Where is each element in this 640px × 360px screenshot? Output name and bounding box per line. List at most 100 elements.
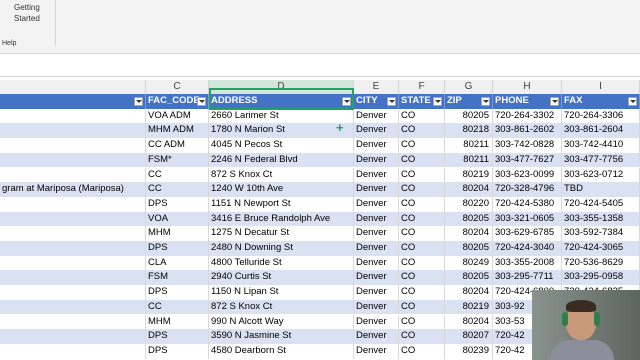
table-cell[interactable]: DPS — [146, 343, 209, 359]
filter-dropdown-icon[interactable] — [628, 97, 637, 106]
table-cell[interactable]: 720-264-3306 — [562, 108, 640, 124]
table-cell[interactable]: CC — [146, 182, 209, 197]
table-cell[interactable]: 4580 Dearborn St — [209, 343, 354, 359]
table-cell[interactable]: 80205 — [445, 108, 493, 124]
filter-dropdown-icon[interactable] — [197, 97, 206, 106]
table-cell[interactable]: CLA — [146, 255, 209, 271]
table-cell[interactable]: Denver — [354, 343, 399, 359]
table-cell[interactable] — [0, 270, 146, 286]
table-cell[interactable]: 3590 N Jasmine St — [209, 329, 354, 344]
table-cell[interactable]: Denver — [354, 329, 399, 344]
table-cell[interactable]: 1240 W 10th Ave — [209, 182, 354, 197]
table-cell[interactable]: 720-536-8629 — [562, 255, 640, 271]
table-cell[interactable]: 303-592-7384 — [562, 226, 640, 241]
table-cell[interactable]: VOA ADM — [146, 108, 209, 124]
table-cell[interactable]: 80205 — [445, 211, 493, 227]
header-cell-fac-code[interactable]: FAC_CODE — [146, 94, 209, 109]
table-cell[interactable]: CO — [399, 138, 445, 153]
table-cell[interactable]: 80205 — [445, 241, 493, 256]
filter-dropdown-icon[interactable] — [481, 97, 490, 106]
table-cell[interactable]: 303-623-0099 — [493, 167, 562, 183]
table-cell[interactable]: 303-355-1358 — [562, 211, 640, 227]
table-cell[interactable]: 1275 N Decatur St — [209, 226, 354, 241]
table-cell[interactable]: DPS — [146, 196, 209, 212]
table-cell[interactable]: CC — [146, 299, 209, 315]
table-cell[interactable] — [0, 241, 146, 256]
getting-started-button[interactable]: Getting Started — [14, 2, 50, 24]
table-cell[interactable]: 80211 — [445, 138, 493, 153]
table-cell[interactable]: 80204 — [445, 285, 493, 300]
table-cell[interactable]: CO — [399, 343, 445, 359]
table-cell[interactable]: 303-355-2008 — [493, 255, 562, 271]
table-cell[interactable]: DPS — [146, 329, 209, 344]
table-cell[interactable]: CO — [399, 285, 445, 300]
table-cell[interactable]: 2246 N Federal Blvd — [209, 152, 354, 168]
table-cell[interactable]: 3416 E Bruce Randolph Ave — [209, 211, 354, 227]
table-cell[interactable]: 1780 N Marion St — [209, 123, 354, 139]
table-cell[interactable]: 303-477-7627 — [493, 152, 562, 168]
table-cell[interactable]: 80249 — [445, 255, 493, 271]
table-cell[interactable]: Denver — [354, 285, 399, 300]
table-cell[interactable] — [0, 329, 146, 344]
table-cell[interactable]: 80204 — [445, 314, 493, 330]
table-cell[interactable] — [0, 299, 146, 315]
table-cell[interactable] — [0, 255, 146, 271]
table-cell[interactable]: FSM* — [146, 152, 209, 168]
column-header-B[interactable] — [0, 80, 146, 94]
table-cell[interactable]: Denver — [354, 241, 399, 256]
table-cell[interactable]: Denver — [354, 152, 399, 168]
table-cell[interactable] — [0, 138, 146, 153]
table-cell[interactable]: 720-424-5380 — [493, 196, 562, 212]
header-cell-state[interactable]: STATE — [399, 94, 445, 109]
table-cell[interactable] — [0, 152, 146, 168]
table-cell[interactable] — [0, 108, 146, 124]
table-cell[interactable]: TBD — [562, 182, 640, 197]
table-cell[interactable]: CO — [399, 182, 445, 197]
column-header-E[interactable]: E — [354, 80, 399, 94]
table-cell[interactable]: 303-295-0958 — [562, 270, 640, 286]
table-cell[interactable]: MHM ADM — [146, 123, 209, 139]
table-cell[interactable] — [0, 211, 146, 227]
table-cell[interactable]: CC — [146, 167, 209, 183]
table-cell[interactable]: 2940 Curtis St — [209, 270, 354, 286]
filter-dropdown-icon[interactable] — [134, 97, 143, 106]
table-cell[interactable]: 720-424-3040 — [493, 241, 562, 256]
header-cell-fax[interactable]: FAX — [562, 94, 640, 109]
table-cell[interactable]: Denver — [354, 167, 399, 183]
table-cell[interactable]: 720-424-3065 — [562, 241, 640, 256]
table-cell[interactable]: 4045 N Pecos St — [209, 138, 354, 153]
table-cell[interactable]: 80219 — [445, 167, 493, 183]
header-cell-zip[interactable]: ZIP — [445, 94, 493, 109]
table-cell[interactable]: CO — [399, 211, 445, 227]
table-cell[interactable]: MHM — [146, 314, 209, 330]
table-cell[interactable]: 2660 Larimer St — [209, 108, 354, 124]
table-cell[interactable] — [0, 285, 146, 300]
table-cell[interactable]: 303-321-0605 — [493, 211, 562, 227]
table-cell[interactable]: Denver — [354, 123, 399, 139]
table-cell[interactable]: CO — [399, 123, 445, 139]
table-cell[interactable]: Denver — [354, 314, 399, 330]
table-cell[interactable]: CO — [399, 255, 445, 271]
table-cell[interactable]: Denver — [354, 226, 399, 241]
table-cell[interactable]: Denver — [354, 138, 399, 153]
column-header-I[interactable]: I — [562, 80, 640, 94]
table-cell[interactable]: 80204 — [445, 226, 493, 241]
header-cell-address[interactable]: ADDRESS — [209, 94, 354, 109]
header-cell-phone[interactable]: PHONE — [493, 94, 562, 109]
filter-dropdown-icon[interactable] — [550, 97, 559, 106]
table-cell[interactable]: 1151 N Newport St — [209, 196, 354, 212]
filter-dropdown-icon[interactable] — [387, 97, 396, 106]
table-cell[interactable]: FSM — [146, 270, 209, 286]
table-cell[interactable]: 872 S Knox Ct — [209, 299, 354, 315]
table-cell[interactable] — [0, 343, 146, 359]
table-cell[interactable] — [0, 123, 146, 139]
table-cell[interactable]: 80218 — [445, 123, 493, 139]
table-cell[interactable]: 2480 N Downing St — [209, 241, 354, 256]
table-cell[interactable]: Denver — [354, 270, 399, 286]
table-cell[interactable]: 303-295-7711 — [493, 270, 562, 286]
table-cell[interactable] — [0, 314, 146, 330]
column-header-F[interactable]: F — [399, 80, 445, 94]
table-cell[interactable] — [0, 196, 146, 212]
table-cell[interactable]: 303-861-2602 — [493, 123, 562, 139]
table-cell[interactable]: 80239 — [445, 343, 493, 359]
